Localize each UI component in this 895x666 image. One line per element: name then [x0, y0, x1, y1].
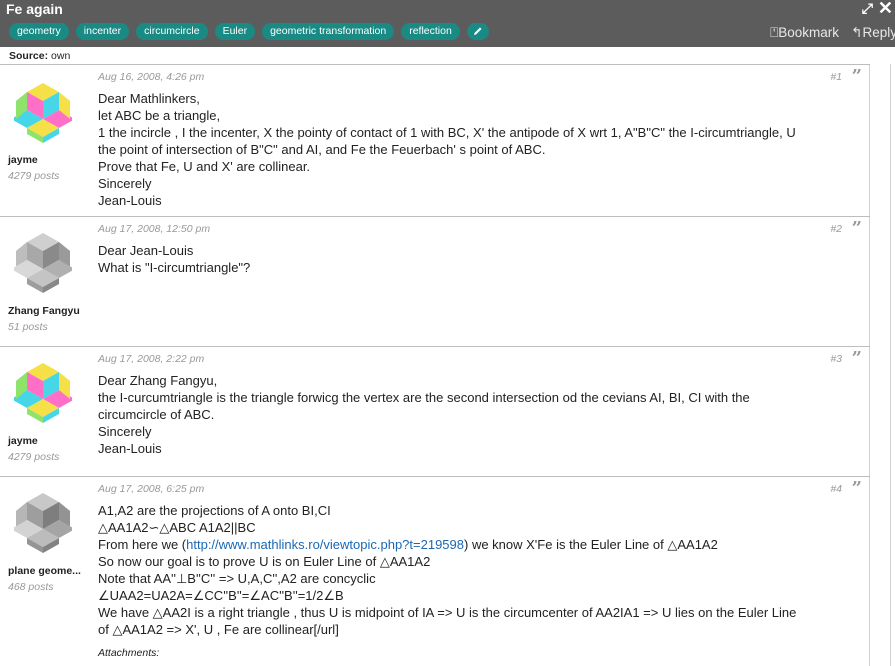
quote-icon[interactable]: ” [852, 480, 862, 498]
avatar[interactable] [11, 81, 75, 143]
post-line: Dear Jean-Louis [98, 243, 194, 258]
viewtopic-link[interactable]: http://www.mathlinks.ro/viewtopic.php?t=… [186, 537, 464, 552]
tag-geometric-transformation[interactable]: geometric transformation [262, 23, 395, 40]
post-line: ) we know X'Fe is the Euler Line of △AA1… [464, 537, 718, 552]
bookmark-icon: ⍞ [770, 25, 779, 40]
tag-incenter[interactable]: incenter [75, 23, 130, 40]
username[interactable]: jayme [8, 154, 38, 166]
avatar[interactable] [11, 361, 75, 423]
post-number[interactable]: #4 [830, 483, 842, 495]
username[interactable]: plane geome... [8, 565, 81, 577]
post-number[interactable]: #2 [830, 223, 842, 235]
post-line: What is "I-circumtriangle"? [98, 260, 251, 275]
avatar-gray-icon [11, 493, 75, 553]
post-count: 4279 posts [8, 451, 60, 463]
post-line: A1,A2 are the projections of A onto BI,C… [98, 503, 331, 518]
post-3: jayme 4279 posts Aug 17, 2008, 2:22 pm #… [0, 346, 870, 476]
edit-tags-button[interactable] [466, 23, 489, 40]
avatar-gray-icon [11, 233, 75, 293]
post-1: jayme 4279 posts Aug 16, 2008, 4:26 pm #… [0, 64, 870, 216]
post-list: jayme 4279 posts Aug 16, 2008, 4:26 pm #… [0, 64, 870, 666]
post-body: Dear Mathlinkers, let ABC be a triangle,… [98, 90, 868, 209]
pencil-icon [473, 27, 482, 35]
post-line: Dear Mathlinkers, [98, 91, 200, 106]
post-number[interactable]: #3 [830, 353, 842, 365]
attachments-label: Attachments: [98, 647, 160, 659]
reply-label: Reply [862, 25, 895, 40]
post-line: 1 the incircle , I the incenter, X the p… [98, 125, 796, 140]
close-icon[interactable]: ✕ [878, 0, 893, 19]
post-line: let ABC be a triangle, [98, 108, 221, 123]
post-line: So now our goal is to prove U is on Eule… [98, 554, 431, 569]
post-line: From here we ( [98, 537, 187, 552]
topic-title: Fe again [6, 1, 63, 17]
post-2: Zhang Fangyu 51 posts Aug 17, 2008, 12:5… [0, 216, 870, 346]
post-line: △AA1A2∽△ABC A1A2||BC [98, 520, 256, 535]
post-line: Dear Zhang Fangyu, [98, 373, 218, 388]
post-line-with-link: From here we (http://www.mathlinks.ro/vi… [98, 536, 868, 553]
scrollbar-track[interactable] [890, 64, 891, 666]
post-line: of △AA1A2 => X', U , Fe are collinear[/u… [98, 622, 339, 637]
tag-geometry[interactable]: geometry [9, 23, 69, 40]
post-body: Dear Zhang Fangyu, the I-curcumtriangle … [98, 372, 868, 457]
post-line: circumcircle of ABC. [98, 407, 215, 422]
post-count: 4279 posts [8, 170, 60, 182]
post-date: Aug 17, 2008, 12:50 pm [98, 223, 211, 235]
post-line: Sincerely [98, 424, 152, 439]
quote-icon[interactable]: ” [852, 350, 862, 368]
bookmark-button[interactable]: ⍞Bookmark [770, 25, 839, 41]
username[interactable]: jayme [8, 435, 38, 447]
source-line: Source: own [9, 50, 70, 62]
post-line: the point of intersection of B"C" and AI… [98, 142, 546, 157]
post-line: Prove that Fe, U and X' are collinear. [98, 159, 311, 174]
avatar[interactable] [11, 231, 75, 293]
post-line: Jean-Louis [98, 193, 162, 208]
expand-icon[interactable]: ⤢ [862, 0, 873, 17]
source-value: own [51, 50, 71, 62]
tag-reflection[interactable]: reflection [401, 23, 460, 40]
post-line: Jean-Louis [98, 441, 162, 456]
reply-icon: ↰ [851, 25, 863, 40]
tag-circumcircle[interactable]: circumcircle [136, 23, 208, 40]
post-number[interactable]: #1 [830, 71, 842, 83]
post-line: Sincerely [98, 176, 152, 191]
post-date: Aug 17, 2008, 6:25 pm [98, 483, 205, 495]
avatar[interactable] [11, 491, 75, 553]
post-line: We have △AA2I is a right triangle , thus… [98, 605, 797, 620]
topic-header: Fe again geometry incenter circumcircle … [0, 0, 895, 47]
bookmark-label: Bookmark [778, 25, 839, 40]
post-4: plane geome... 468 posts Aug 17, 2008, 6… [0, 476, 870, 666]
username[interactable]: Zhang Fangyu [8, 305, 80, 317]
post-body: Dear Jean-Louis What is "I-circumtriangl… [98, 242, 868, 276]
post-line: Note that AA''⊥B''C'' => U,A,C'',A2 are … [98, 571, 376, 586]
quote-icon[interactable]: ” [852, 220, 862, 238]
avatar-colorful-icon [11, 363, 75, 423]
post-date: Aug 16, 2008, 4:26 pm [98, 71, 205, 83]
post-date: Aug 17, 2008, 2:22 pm [98, 353, 205, 365]
tag-list: geometry incenter circumcircle Euler geo… [9, 23, 489, 40]
post-line: the I-curcumtriangle is the triangle for… [98, 390, 750, 405]
tag-euler[interactable]: Euler [214, 23, 256, 40]
post-count: 468 posts [8, 581, 54, 593]
post-count: 51 posts [8, 321, 48, 333]
source-label: Source: [9, 50, 49, 62]
post-body: A1,A2 are the projections of A onto BI,C… [98, 502, 868, 638]
avatar-colorful-icon [11, 83, 75, 143]
quote-icon[interactable]: ” [852, 68, 862, 86]
reply-button[interactable]: ↰Reply [851, 25, 895, 41]
post-line: ∠UAA2=UA2A=∠CC''B''=∠AC''B''=1/2∠B [98, 588, 344, 603]
